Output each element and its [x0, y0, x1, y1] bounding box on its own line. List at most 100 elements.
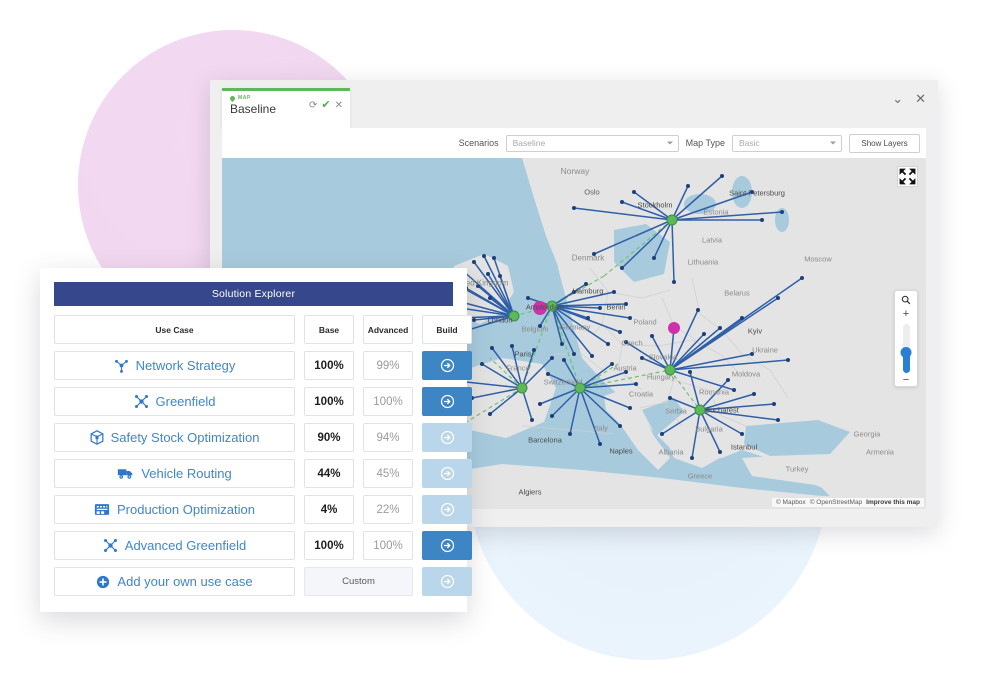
usecase-cell[interactable]: Advanced Greenfield [54, 531, 295, 560]
maptype-select[interactable]: Basic [732, 134, 842, 152]
arrow-right-circle-icon [440, 358, 454, 373]
truck-icon [117, 467, 134, 480]
map-label: Romania [698, 387, 729, 397]
panel-title: Solution Explorer [54, 282, 453, 306]
map-label: Denmark [571, 253, 605, 263]
zoom-out-button[interactable]: − [903, 375, 909, 386]
usecase-label: Vehicle Routing [141, 466, 232, 481]
usecase-cell[interactable]: Network Strategy [54, 351, 295, 380]
advanced-cell: 22% [363, 495, 413, 524]
plus-circle-icon [96, 575, 110, 589]
map-tab[interactable]: MAP Baseline ⟳ ✔ ✕ [222, 88, 350, 128]
map-label: France [506, 363, 530, 373]
build-button[interactable] [422, 387, 472, 416]
scenarios-select[interactable]: Baseline [505, 134, 679, 152]
build-button[interactable] [422, 459, 472, 488]
map-label: Latvia [701, 235, 723, 245]
chevron-down-icon[interactable]: ⌄ [892, 92, 903, 105]
fullscreen-icon[interactable] [897, 166, 918, 187]
zoom-slider[interactable] [900, 324, 912, 373]
usecase-label: Production Optimization [116, 502, 255, 517]
tab-kicker-label: MAP [238, 95, 251, 101]
table-row: Vehicle Routing 44% 45% [54, 459, 472, 488]
build-button[interactable] [422, 423, 472, 452]
search-icon[interactable] [901, 295, 911, 305]
add-usecase-row: Add your own use case Custom [54, 567, 472, 596]
advanced-cell: 45% [363, 459, 413, 488]
column-header-usecase: Use Case [54, 315, 295, 344]
attribution-osm[interactable]: © OpenStreetMap [810, 499, 862, 506]
map-label: Bulgaria [695, 424, 723, 434]
table-row: Advanced Greenfield 100% 100% [54, 531, 472, 560]
base-value: 90% [317, 431, 341, 444]
window-controls: ⌄ ✕ [892, 92, 926, 105]
window-chrome: MAP Baseline ⟳ ✔ ✕ ⌄ ✕ [210, 80, 938, 128]
table-header-row: Use Case Base Advanced Build [54, 315, 472, 344]
usecase-cell[interactable]: Production Optimization [54, 495, 295, 524]
map-label: Saint Petersburg [729, 188, 785, 198]
map-label: Berlin [606, 302, 626, 312]
base-value: 4% [320, 503, 338, 516]
column-header-build: Build [422, 315, 472, 344]
maptype-value: Basic [739, 138, 760, 148]
zoom-control[interactable]: + − [894, 290, 918, 387]
base-value: 100% [314, 395, 344, 408]
build-button[interactable] [422, 351, 472, 380]
map-label: Switzerland [543, 377, 583, 387]
add-usecase-label: Add your own use case [117, 574, 253, 589]
build-button-custom[interactable] [422, 567, 472, 596]
solution-explorer-panel: Solution Explorer Use Case Base Advanced… [40, 268, 472, 612]
base-cell: 90% [304, 423, 354, 452]
usecase-cell[interactable]: Greenfield [54, 387, 295, 416]
custom-cell[interactable]: Custom [304, 567, 413, 596]
check-icon[interactable]: ✔ [321, 100, 330, 111]
map-pin-icon [228, 94, 237, 102]
scenarios-value: Baseline [512, 138, 546, 148]
refresh-icon[interactable]: ⟳ [309, 100, 317, 111]
map-label: Albania [658, 447, 684, 457]
usecase-cell[interactable]: Safety Stock Optimization [54, 423, 295, 452]
map-label: Ukraine [752, 345, 778, 355]
add-usecase-button[interactable]: Add your own use case [54, 567, 295, 596]
usecase-label: Advanced Greenfield [124, 538, 247, 553]
improve-this-map-link[interactable]: Improve this map [866, 499, 920, 506]
column-header-build-label: Build [436, 324, 458, 335]
map-label: Algiers [518, 487, 542, 497]
map-attribution: © Mapbox © OpenStreetMap Improve this ma… [771, 498, 924, 507]
arrow-right-circle-icon [440, 502, 454, 517]
show-layers-button[interactable]: Show Layers [849, 133, 920, 153]
map-label: Kyiv [747, 326, 763, 336]
usecase-cell[interactable]: Vehicle Routing [54, 459, 295, 488]
build-button[interactable] [422, 495, 472, 524]
build-button[interactable] [422, 531, 472, 560]
base-cell: 4% [304, 495, 354, 524]
advanced-cell: 100% [363, 531, 413, 560]
custom-label: Custom [342, 576, 375, 587]
usecase-label: Network Strategy [135, 358, 236, 373]
map-label: Greece [687, 471, 713, 481]
usecase-label: Safety Stock Optimization [110, 430, 260, 445]
column-header-base: Base [304, 315, 354, 344]
base-cell: 100% [304, 387, 354, 416]
advanced-value: 45% [376, 467, 400, 480]
window-close-icon[interactable]: ✕ [915, 92, 926, 105]
close-icon[interactable]: ✕ [335, 100, 343, 111]
map-label: Naples [609, 446, 633, 456]
maptype-label: Map Type [685, 138, 725, 148]
attribution-mapbox[interactable]: © Mapbox [776, 499, 806, 506]
zoom-slider-thumb[interactable] [900, 346, 912, 358]
map-label: Lithuania [687, 257, 719, 267]
arrow-right-circle-icon [440, 574, 454, 589]
map-label: Istanbul [730, 442, 758, 452]
advanced-value: 94% [376, 431, 400, 444]
map-label: Georgia [853, 429, 881, 439]
zoom-in-button[interactable]: + [903, 309, 909, 320]
column-header-usecase-label: Use Case [155, 324, 194, 335]
base-cell: 44% [304, 459, 354, 488]
map-label: Moscow [804, 254, 832, 264]
map-label: Croatia [628, 389, 654, 399]
map-label: Turkey [785, 464, 809, 474]
scenarios-label: Scenarios [458, 138, 499, 148]
table-row: Production Optimization 4% 22% [54, 495, 472, 524]
arrow-right-circle-icon [440, 430, 454, 445]
